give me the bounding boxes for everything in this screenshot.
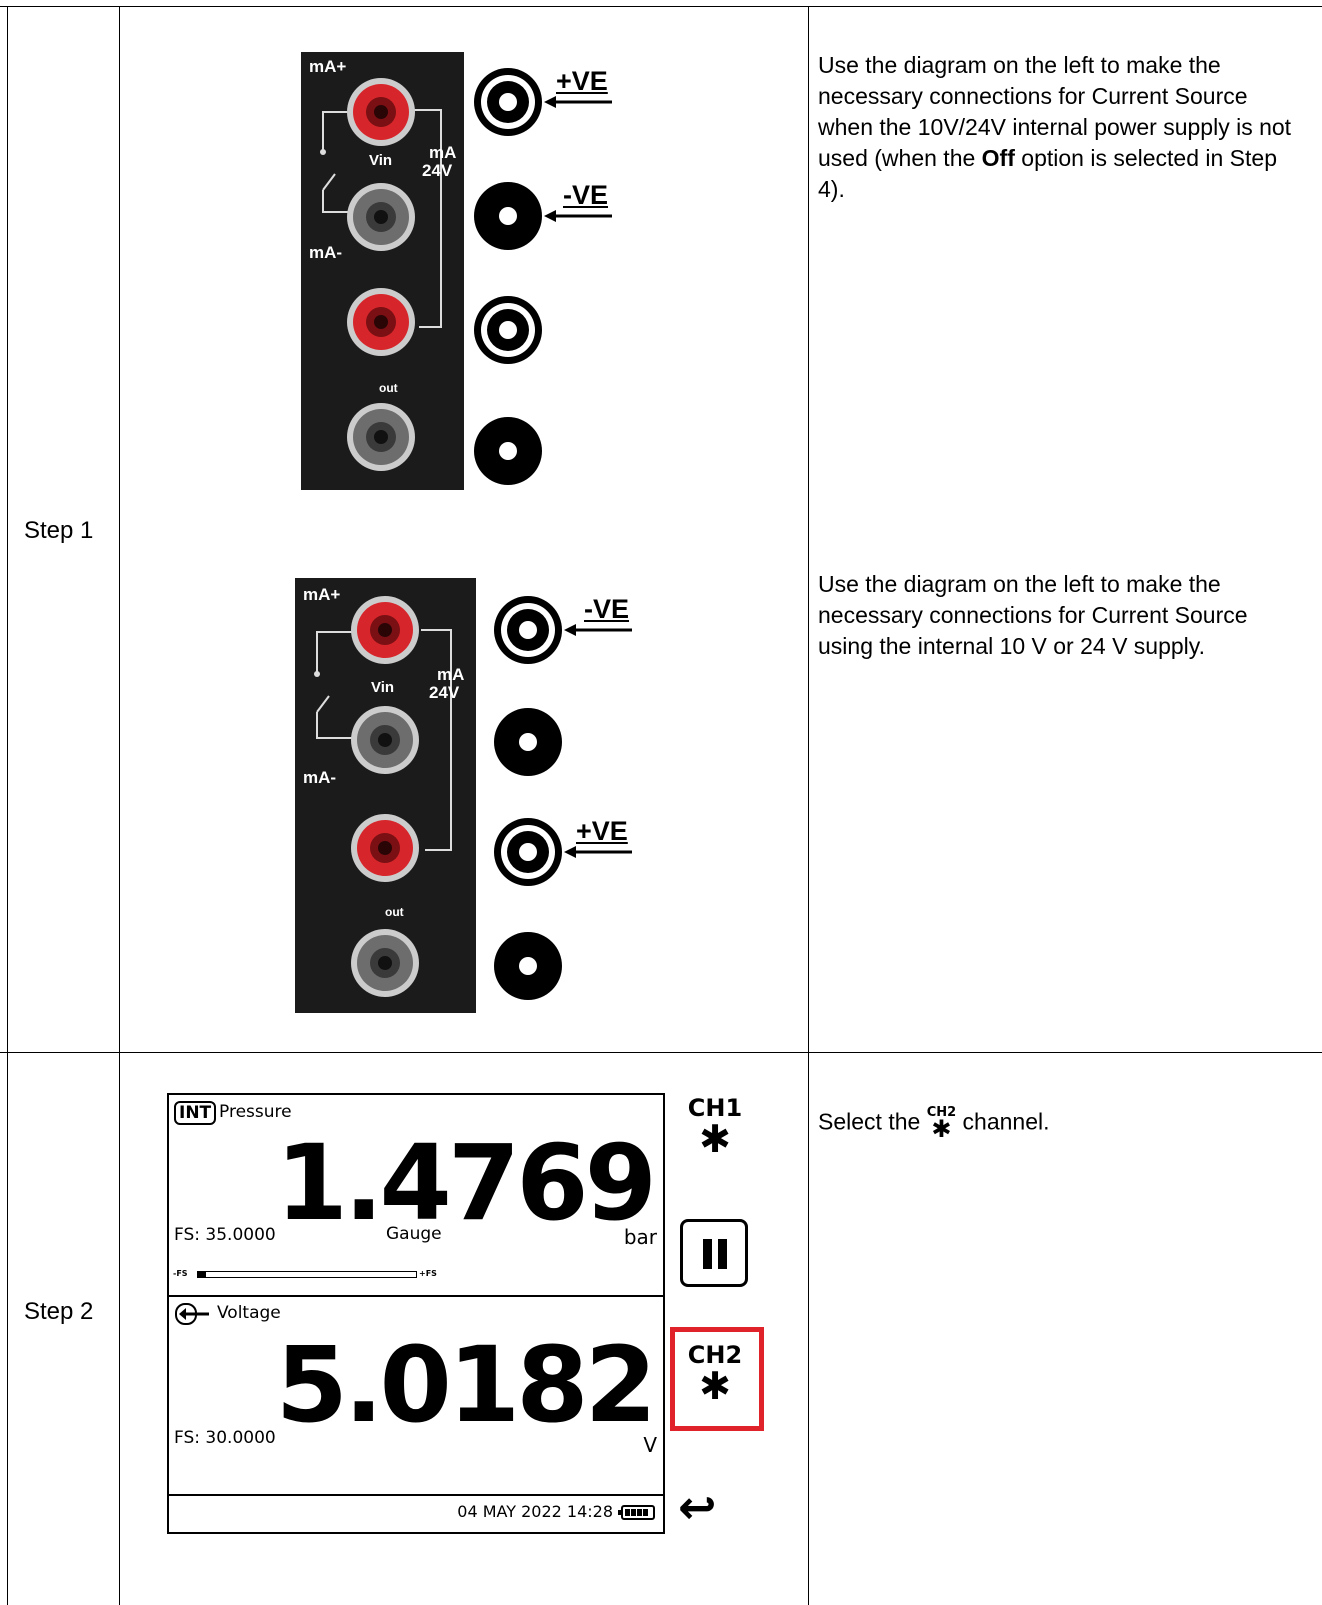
- channel-1-title: Pressure: [219, 1102, 292, 1122]
- terminal-panel-1: mA+ Vin mA 24V mA- out: [301, 52, 464, 490]
- terminal-grey-1: [347, 183, 415, 251]
- panel-label-24v: 24V: [422, 161, 453, 180]
- back-button[interactable]: ↩: [678, 1480, 717, 1534]
- pause-button[interactable]: [680, 1219, 748, 1287]
- panel-label-24v: 24V: [429, 683, 460, 702]
- arrow-icon: [564, 624, 632, 636]
- jack-ring-icon: [494, 818, 562, 886]
- bar-max-label: +FS: [419, 1269, 437, 1278]
- terminal-red-1: [351, 596, 419, 664]
- step-2-description: Select the CH2 ✱ channel.: [818, 1106, 1308, 1141]
- channel-1-panel[interactable]: INT Pressure 1.4769 FS: 35.0000 Gauge ba…: [169, 1095, 663, 1297]
- jack-solid-icon: [474, 182, 542, 250]
- terminal-red-2: [347, 288, 415, 356]
- input-arrow-icon: [175, 1303, 209, 1325]
- jack-solid-icon: [494, 708, 562, 776]
- desc-2-before: Select the: [818, 1108, 927, 1135]
- ch2-inline-icon: CH2 ✱: [926, 1105, 957, 1143]
- status-bar: 04 MAY 2022 14:28: [169, 1494, 663, 1532]
- terminal-grey-1: [351, 706, 419, 774]
- channel-2-title: Voltage: [217, 1303, 281, 1323]
- jack-ring-icon: [474, 68, 542, 136]
- panel-label-vin: Vin: [371, 679, 394, 696]
- step-2-label: Step 2: [24, 1298, 94, 1325]
- desc-2-after: channel.: [956, 1108, 1050, 1135]
- terminal-grey-2: [351, 929, 419, 997]
- channel-1-range-bar: -FS +FS: [173, 1268, 437, 1280]
- arrow-icon: [544, 96, 612, 108]
- gear-icon: ✱: [699, 1364, 731, 1408]
- channel-1-value: 1.4769: [275, 1122, 657, 1244]
- channel-1-unit: bar: [623, 1225, 657, 1249]
- channel-2-value: 5.0182: [275, 1324, 657, 1446]
- channel-2-panel[interactable]: Voltage 5.0182 FS: 30.0000 V: [169, 1297, 663, 1497]
- terminal-panel-2: mA+ Vin mA 24V mA- out: [295, 578, 476, 1013]
- device-screen: INT Pressure 1.4769 FS: 35.0000 Gauge ba…: [167, 1093, 665, 1534]
- terminal-red-1: [347, 78, 415, 146]
- arrow-icon: [544, 210, 612, 222]
- step-1-description-2: Use the diagram on the left to make the …: [818, 571, 1248, 659]
- battery-icon: [618, 1505, 655, 1520]
- side-jacks-2: [494, 596, 632, 1000]
- datetime: 04 MAY 2022 14:28: [457, 1502, 613, 1521]
- step-1-description-1: Use the diagram on the left to make the …: [818, 50, 1308, 205]
- jack-solid-icon: [474, 417, 542, 485]
- jack-ring-icon: [494, 596, 562, 664]
- desc-1-bold: Off: [981, 145, 1015, 171]
- channel-1-fs: FS: 35.0000: [174, 1225, 276, 1245]
- gear-icon: ✱: [699, 1117, 731, 1161]
- channel-2-fs: FS: 30.0000: [174, 1428, 276, 1448]
- ch1-settings-button[interactable]: CH1 ✱: [684, 1096, 746, 1158]
- panel-label-ma-minus: mA-: [309, 243, 342, 262]
- arrow-icon: [564, 846, 632, 858]
- bar-track: [197, 1271, 417, 1278]
- int-badge: INT: [174, 1101, 217, 1125]
- panel-label-out: out: [385, 905, 404, 919]
- side-jacks-1: [474, 68, 612, 485]
- terminal-red-2: [351, 814, 419, 882]
- ch2-settings-button[interactable]: CH2 ✱: [684, 1343, 746, 1405]
- step-1-label: Step 1: [24, 517, 94, 544]
- channel-2-unit: V: [643, 1433, 657, 1457]
- bar-fill: [197, 1271, 206, 1278]
- panel-label-ma: mA: [437, 665, 464, 684]
- panel-label-ma: mA: [429, 143, 456, 162]
- back-arrow-icon: ↩: [678, 1480, 717, 1534]
- jack-solid-icon: [494, 932, 562, 1000]
- panel-label-out: out: [379, 381, 398, 395]
- panel-label-ma-plus: mA+: [309, 57, 346, 76]
- terminal-grey-2: [347, 403, 415, 471]
- bar-min-label: -FS: [173, 1269, 188, 1278]
- jack-ring-icon: [474, 296, 542, 364]
- channel-1-type: Gauge: [386, 1224, 442, 1244]
- panel-label-ma-plus: mA+: [303, 585, 340, 604]
- panel-label-ma-minus: mA-: [303, 768, 336, 787]
- panel-label-vin: Vin: [369, 152, 392, 169]
